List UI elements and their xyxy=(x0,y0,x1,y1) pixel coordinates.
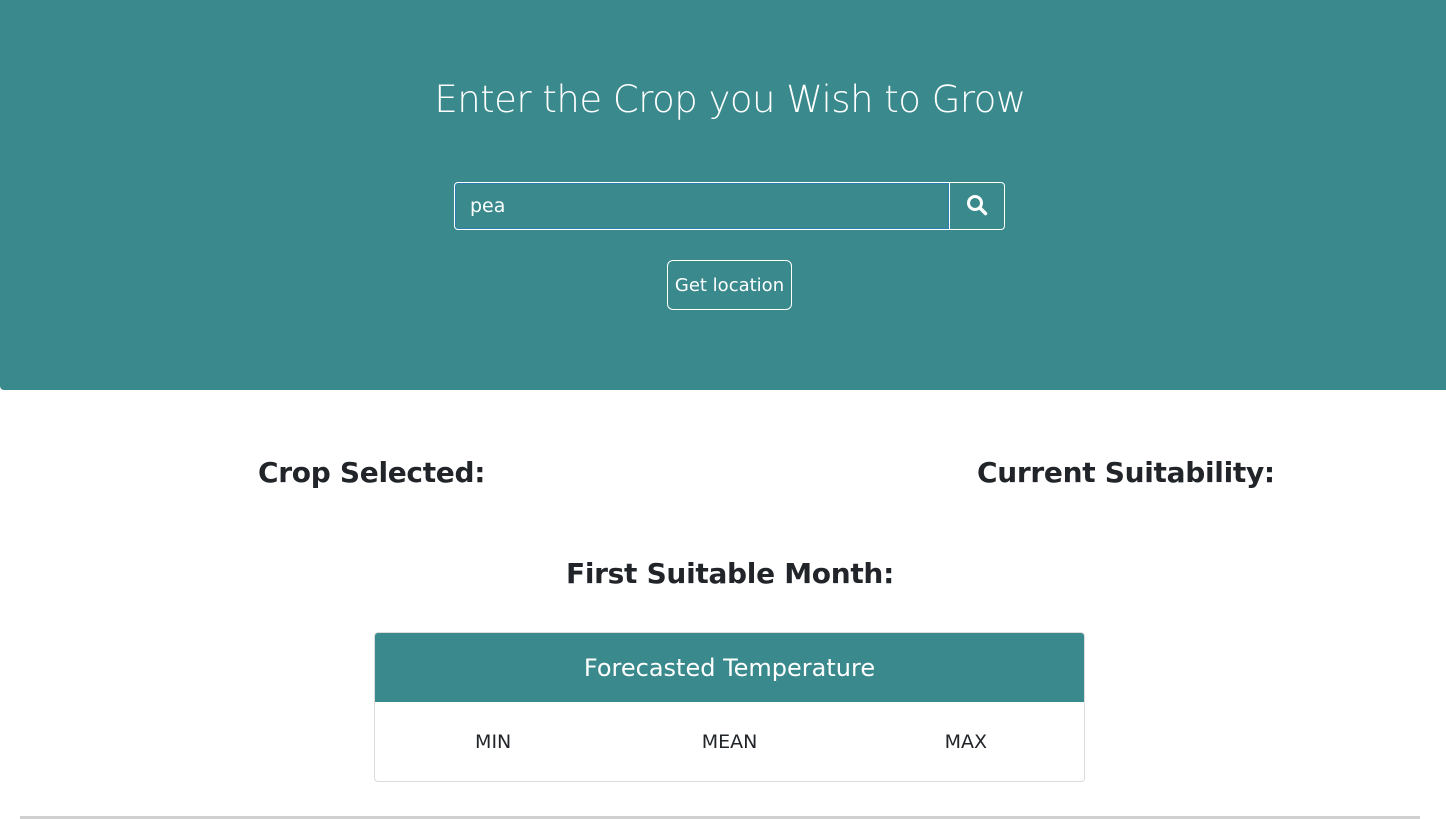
forecast-card-title: Forecasted Temperature xyxy=(375,633,1084,702)
hero-title: Enter the Crop you Wish to Grow xyxy=(434,78,1026,121)
first-suitable-month-label: First Suitable Month: xyxy=(566,557,894,590)
get-location-button[interactable]: Get location xyxy=(667,260,792,310)
crop-selected-label: Crop Selected: xyxy=(258,456,486,489)
crop-search-input[interactable] xyxy=(454,182,950,230)
forecast-min-column: MIN xyxy=(475,731,512,753)
search-button[interactable] xyxy=(950,182,1005,230)
forecast-columns-row: MIN MEAN MAX xyxy=(375,702,1084,781)
search-icon xyxy=(966,194,988,219)
forecast-temperature-card: Forecasted Temperature MIN MEAN MAX xyxy=(374,632,1085,782)
forecast-max-column: MAX xyxy=(944,731,988,753)
current-suitability-label: Current Suitability: xyxy=(977,456,1275,489)
forecast-mean-column: MEAN xyxy=(701,731,758,753)
hero-banner: Enter the Crop you Wish to Grow Get loca… xyxy=(0,0,1446,390)
search-group xyxy=(454,182,1005,230)
